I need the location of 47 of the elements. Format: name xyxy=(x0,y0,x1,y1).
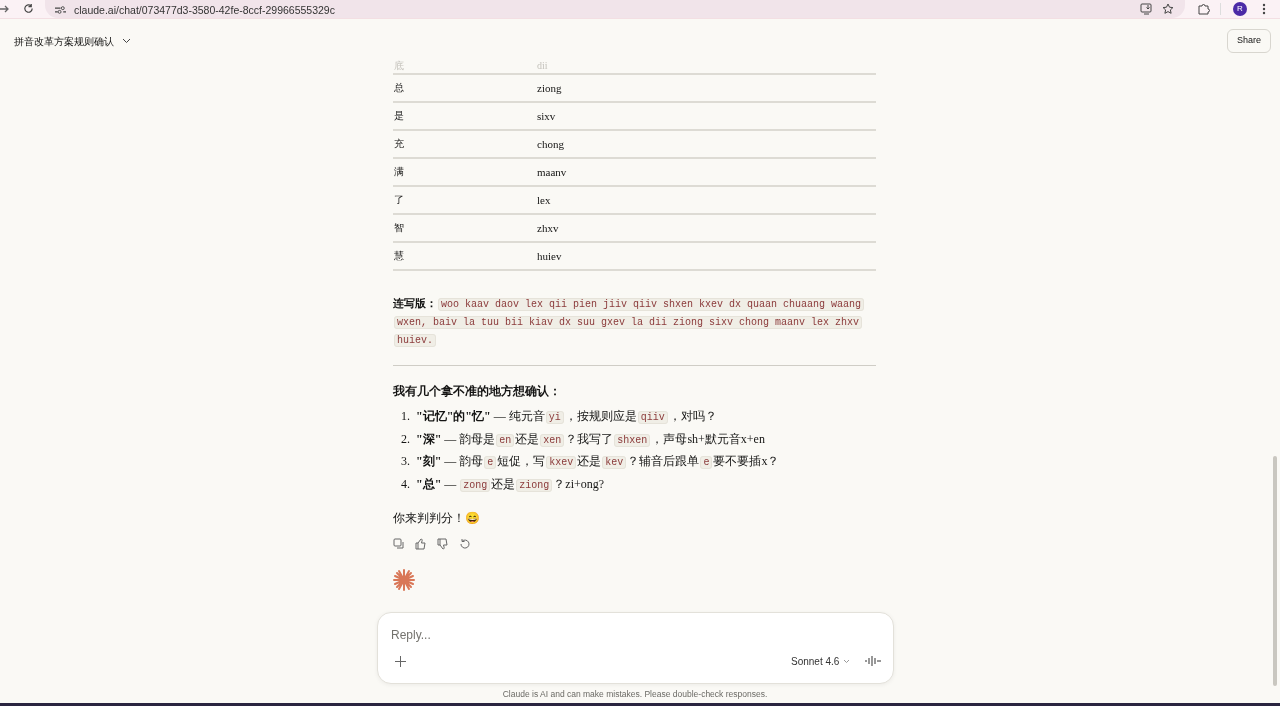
install-icon[interactable] xyxy=(1140,3,1153,15)
list-number: 4. xyxy=(401,475,411,493)
share-button[interactable]: Share xyxy=(1226,29,1271,53)
list-number: 2. xyxy=(401,430,411,448)
table-cell-text: 总 xyxy=(393,83,405,93)
table-cell: zhxv xyxy=(537,222,559,234)
retry-icon[interactable] xyxy=(459,538,471,550)
url-text: claude.ai/chat/073477d3-3580-42fe-8ccf-29966555329c xyxy=(74,4,335,15)
table-cell-text: 慧 xyxy=(393,251,405,261)
profile-avatar[interactable]: R xyxy=(1233,2,1247,16)
reply-input[interactable]: Reply... xyxy=(391,627,881,643)
list-number: 3. xyxy=(401,453,411,470)
thumbs-up-icon[interactable] xyxy=(415,538,427,550)
extensions-icon[interactable] xyxy=(1197,2,1210,15)
table-cell: ziong xyxy=(537,82,562,94)
question-text: "总" — zong 还是 ziong ？zi+ong? xyxy=(416,475,605,494)
menu-icon[interactable] xyxy=(1262,3,1266,15)
table-cell: maanv xyxy=(537,166,567,178)
model-selector[interactable]: Sonnet 4.6 xyxy=(791,654,851,669)
table-cell: lex xyxy=(537,194,551,206)
question-text: "刻" — 韵母 e 短促，写 kxev 还是 kev ？辅音后跟单 e 要不要插x？ xyxy=(416,453,780,471)
reload-icon[interactable] xyxy=(23,3,34,14)
plus-icon[interactable] xyxy=(395,656,406,667)
section-heading: 我有几个拿不准的地方想确认： xyxy=(393,383,562,400)
thumbs-down-icon[interactable] xyxy=(437,538,449,550)
table-cell: sixv xyxy=(537,110,556,122)
table-cell: chong xyxy=(537,138,564,150)
voice-icon[interactable] xyxy=(865,655,881,667)
question-text: "记忆"的"忆" — 纯元音 yi ，按规则应是 qiiv ，对吗？ xyxy=(416,408,717,426)
site-settings-icon xyxy=(55,5,66,15)
chevron-down-icon[interactable] xyxy=(122,38,131,44)
table-cell-text: 了 xyxy=(393,195,405,205)
star-icon[interactable] xyxy=(1162,3,1174,15)
table-cell-text: 是 xyxy=(393,111,405,121)
chat-title[interactable]: 拼音改革方案规则确认 xyxy=(14,33,114,49)
claude-logo-icon xyxy=(393,569,415,591)
forward-icon[interactable] xyxy=(0,3,10,15)
copy-icon[interactable] xyxy=(393,538,405,550)
table-cell-text: 智 xyxy=(393,223,405,233)
question-text: "深" — 韵母是 en 还是 xen ？我写了 shxen ，声母sh+默元音x+en xyxy=(416,430,765,449)
address-bar[interactable]: claude.ai/chat/073477d3-3580-42fe-8ccf-29966555329c xyxy=(45,0,1185,18)
list-number: 1. xyxy=(401,408,411,425)
disclaimer-text: Claude is AI and can make mistakes. Please double-check responses. xyxy=(501,688,769,701)
closing-text: 你来判判分！😄 xyxy=(393,510,481,527)
table-cell-text: 充 xyxy=(393,139,405,149)
table-cell: huiev xyxy=(537,250,562,262)
table-cell-text: 满 xyxy=(393,167,405,177)
